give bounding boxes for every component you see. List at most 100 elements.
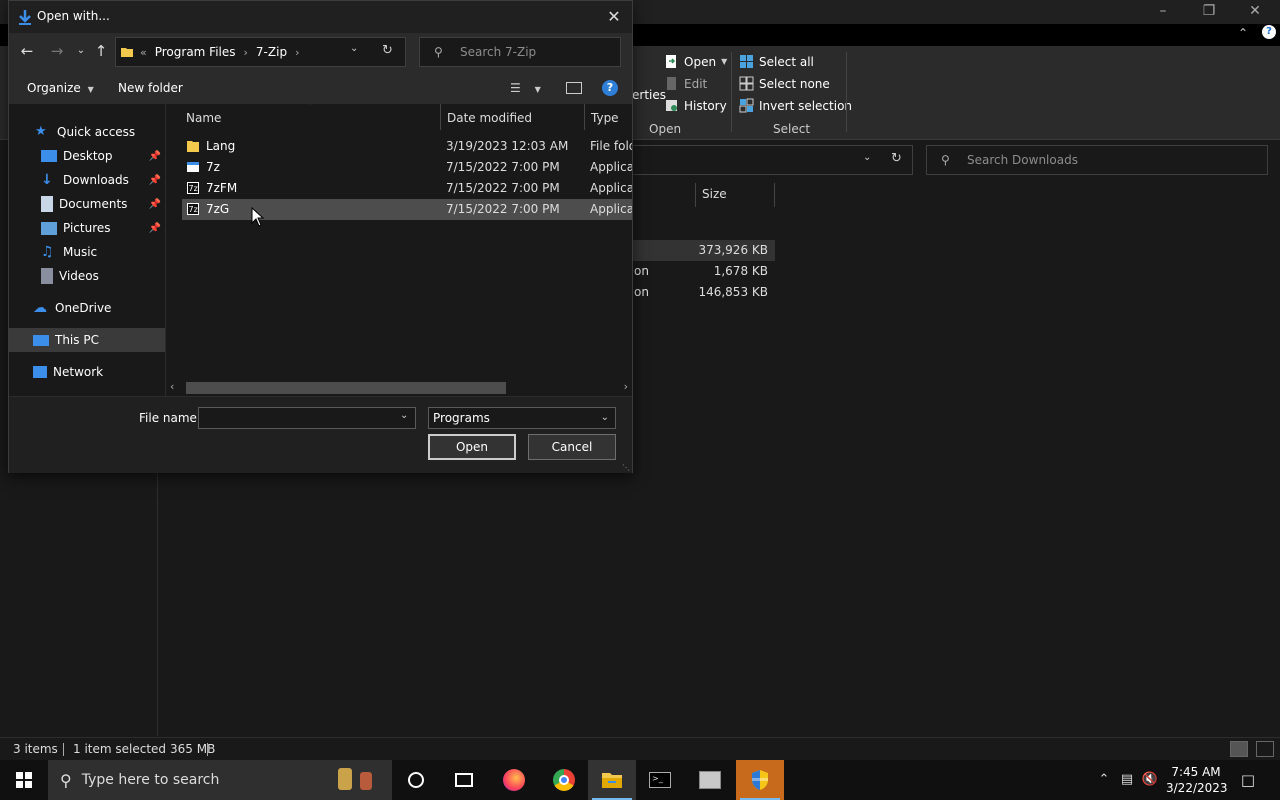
nav-item-quick-access[interactable]: ★ Quick access [9,120,165,144]
organize-button[interactable]: Organize ▼ [27,81,94,95]
pin-icon[interactable]: 📌 [149,175,161,186]
dialog-close-button[interactable]: ✕ [602,5,626,29]
column-header-size[interactable]: Size [695,183,775,207]
help-icon[interactable]: ? [602,80,618,96]
cortana-button[interactable] [392,760,440,800]
large-icons-view-icon[interactable] [1256,741,1274,757]
chevron-down-icon[interactable]: ⌄ [350,43,358,54]
chevron-down-icon[interactable]: ⌄ [863,152,871,163]
volume-muted-icon[interactable]: 🔇 [1140,770,1160,790]
uac-shield-taskbar-button[interactable] [736,760,784,800]
dialog-address-bar[interactable]: « Program Files › 7-Zip › ⌄ ↻ [115,37,406,67]
column-headers: ⌃ Name Date modified Type [166,104,632,130]
nav-item-documents[interactable]: Documents 📌 [9,192,165,216]
file-row-7zfm[interactable]: 7z 7zFM 7/15/2022 7:00 PM Application [182,178,632,199]
nav-item-downloads[interactable]: ↓ Downloads 📌 [9,168,165,192]
terminal-taskbar-button[interactable]: >_ [636,760,684,800]
refresh-icon[interactable]: ↻ [891,151,902,166]
scroll-left-icon[interactable]: ‹ [170,380,174,393]
ribbon-history-button[interactable]: History [664,98,727,113]
breadcrumb-item-program-files[interactable]: Program Files [155,45,236,59]
nav-item-this-pc[interactable]: This PC [9,328,165,352]
nav-item-videos[interactable]: Videos [9,264,165,288]
background-file-row[interactable]: on 146,853 KB [630,282,775,303]
collapse-ribbon-icon[interactable]: ⌃ [1238,26,1248,40]
pin-icon[interactable]: 📌 [149,151,161,162]
pin-icon[interactable]: 📌 [149,223,161,234]
chevron-right-icon[interactable]: › [295,46,299,59]
select-none-button[interactable]: Select none [739,76,830,91]
new-folder-button[interactable]: New folder [118,81,183,95]
nav-item-label: Network [53,365,104,379]
help-icon[interactable]: ? [1262,25,1276,39]
column-header-name[interactable]: Name [186,111,221,125]
invert-selection-button[interactable]: Invert selection [739,98,852,113]
recent-locations-chevron-icon[interactable]: ⌄ [71,41,91,61]
nav-item-pictures[interactable]: Pictures 📌 [9,216,165,240]
ribbon-edit-label: Edit [684,76,708,91]
column-header-type[interactable]: Type [591,111,619,125]
column-separator[interactable] [440,104,441,130]
preview-pane-icon[interactable] [566,82,582,94]
firefox-taskbar-button[interactable] [490,760,538,800]
nav-item-desktop[interactable]: Desktop 📌 [9,144,165,168]
taskbar: ⚲ Type here to search >_ ⌃ ▤ 🔇 7:45 AM 3… [0,760,1280,800]
task-view-button[interactable] [440,760,488,800]
properties-label-fragment: erties [632,88,666,102]
background-search-input[interactable]: ⚲ Search Downloads [926,145,1268,175]
open-button[interactable]: Open [428,434,516,460]
dialog-search-input[interactable]: ⚲ Search 7-Zip [419,37,621,67]
file-explorer-taskbar-button[interactable] [588,760,636,800]
start-button[interactable] [0,760,48,800]
ribbon-open-button[interactable]: Open ▼ [664,54,727,69]
up-arrow-icon[interactable]: ↑ [91,41,111,61]
breadcrumb-overflow[interactable]: « [140,46,147,59]
minimize-button[interactable]: – [1140,0,1186,22]
file-size: 146,853 KB [698,285,768,299]
refresh-icon[interactable]: ↻ [382,43,393,58]
chrome-taskbar-button[interactable] [540,760,588,800]
nav-item-music[interactable]: ♫ Music [9,240,165,264]
column-header-date-modified[interactable]: Date modified [447,111,532,125]
select-all-label: Select all [759,54,814,69]
background-file-row[interactable]: 373,926 KB [630,240,775,261]
app-taskbar-button[interactable] [686,760,734,800]
forward-arrow-icon[interactable]: → [47,41,67,61]
change-view-button[interactable]: ☰ ▼ [510,81,541,95]
file-row-lang[interactable]: Lang 3/19/2023 12:03 AM File folder [182,136,632,157]
cancel-button[interactable]: Cancel [528,434,616,460]
star-icon: ★ [35,124,47,139]
resize-grip-icon[interactable]: ⋱ [622,463,630,472]
details-view-icon[interactable] [1230,741,1248,757]
background-file-row[interactable]: on 1,678 KB [630,261,775,282]
select-all-button[interactable]: Select all [739,54,814,69]
file-name-input[interactable] [198,407,416,429]
chevron-down-icon[interactable]: ⌄ [400,410,408,421]
scrollbar-thumb[interactable] [186,382,506,394]
taskbar-clock[interactable]: 7:45 AM 3/22/2023 [1166,764,1228,796]
music-icon: ♫ [41,244,54,260]
taskbar-search-box[interactable]: ⚲ Type here to search [48,760,392,800]
restore-button[interactable]: ❐ [1186,0,1232,22]
horizontal-scrollbar[interactable]: ‹ › [166,380,632,396]
breadcrumb-item-7-zip[interactable]: 7-Zip [256,45,287,59]
notifications-icon[interactable]: □ [1238,770,1258,790]
scroll-right-icon[interactable]: › [624,380,628,393]
search-highlight-lantern-icon [360,772,372,790]
back-arrow-icon[interactable]: ← [17,41,37,61]
file-row-7z[interactable]: 7z 7/15/2022 7:00 PM Application [182,157,632,178]
close-window-button[interactable]: ✕ [1232,0,1278,22]
file-type-select[interactable]: Programs ⌄ [428,407,616,429]
file-type: Application [590,160,632,174]
show-hidden-icons-chevron-icon[interactable]: ⌃ [1094,770,1114,790]
nav-item-network[interactable]: Network [9,360,165,384]
ribbon-edit-button[interactable]: Edit [664,76,707,91]
file-row-7zg[interactable]: 7z 7zG 7/15/2022 7:00 PM Application [182,199,632,220]
column-separator[interactable] [584,104,585,130]
network-status-icon[interactable]: ▤ [1117,770,1137,790]
background-address-input[interactable]: ⌄ ↻ [620,145,913,175]
pin-icon[interactable]: 📌 [149,199,161,210]
nav-item-onedrive[interactable]: ☁ OneDrive [9,296,165,320]
file-date: 7/15/2022 7:00 PM [446,202,560,216]
chevron-right-icon[interactable]: › [244,46,248,59]
